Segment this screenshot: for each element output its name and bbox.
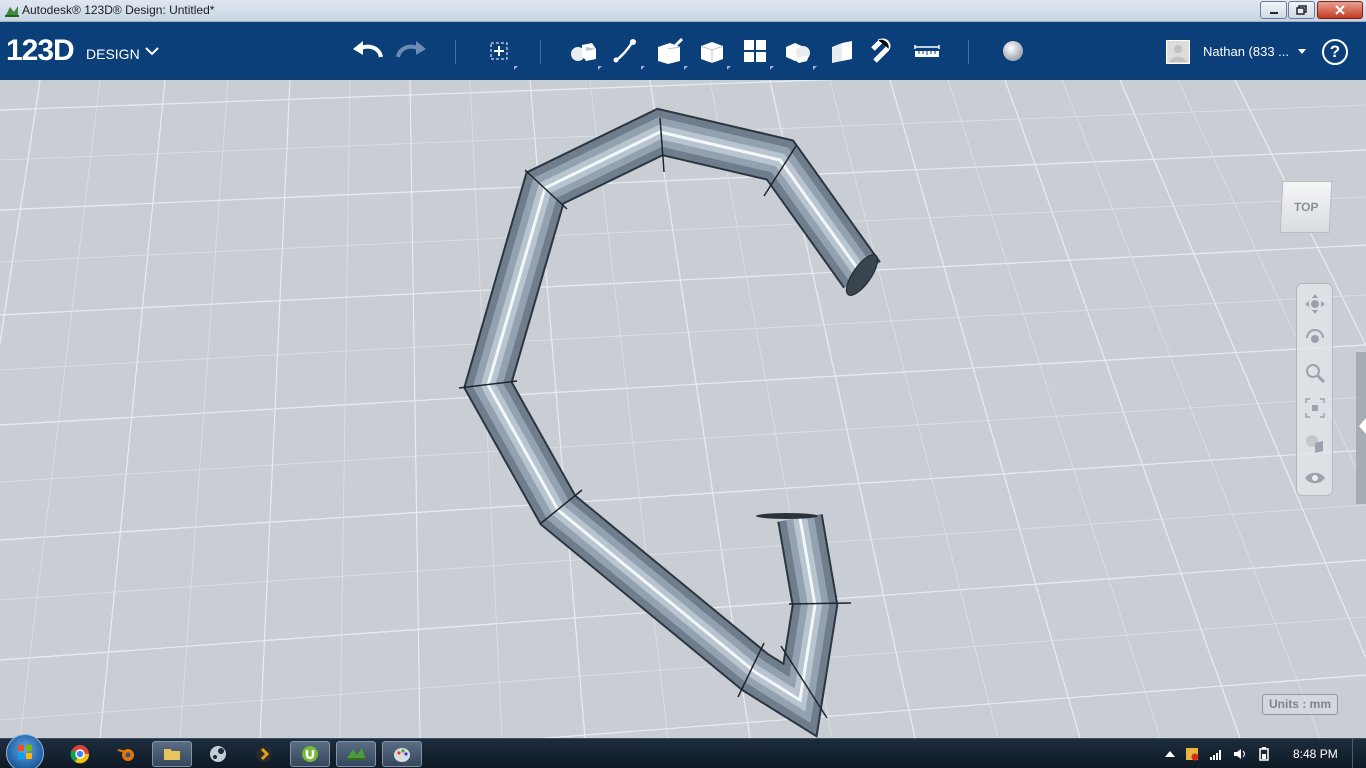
pattern-icon bbox=[744, 40, 766, 62]
zoom-button[interactable] bbox=[1301, 359, 1329, 387]
visibility-button[interactable] bbox=[1301, 464, 1329, 492]
help-button[interactable]: ? bbox=[1322, 39, 1348, 65]
taskbar-chrome[interactable] bbox=[60, 741, 100, 767]
user-name[interactable]: Nathan (833 ... bbox=[1203, 44, 1289, 59]
undo-button[interactable] bbox=[351, 34, 385, 68]
battery-icon[interactable] bbox=[1257, 747, 1271, 761]
pan-icon bbox=[1305, 294, 1325, 314]
show-hidden-icons-icon[interactable] bbox=[1163, 747, 1177, 761]
viewcube[interactable]: TOP bbox=[1279, 181, 1333, 233]
fit-icon bbox=[1305, 398, 1325, 418]
taskbar-plex[interactable] bbox=[244, 741, 284, 767]
utorrent-icon bbox=[302, 746, 318, 762]
tray-app-alert-icon[interactable] bbox=[1185, 747, 1199, 761]
navigation-bar bbox=[1296, 283, 1333, 496]
user-menu-chevron-down-icon[interactable] bbox=[1297, 48, 1307, 56]
taskbar-blender[interactable] bbox=[106, 741, 146, 767]
taskbar-utorrent[interactable] bbox=[290, 741, 330, 767]
taskbar-steam[interactable] bbox=[198, 741, 238, 767]
chrome-icon bbox=[70, 745, 90, 764]
viewcube-face-label: TOP bbox=[1293, 200, 1319, 214]
units-indicator[interactable]: Units : mm bbox=[1262, 694, 1338, 715]
sketch-tool-button[interactable] bbox=[609, 34, 645, 70]
material-sphere-icon bbox=[1003, 41, 1023, 61]
pattern-tool-button[interactable] bbox=[738, 34, 774, 70]
123d-design-icon bbox=[347, 748, 365, 760]
taskbar-123d-design[interactable] bbox=[336, 741, 376, 767]
snap-tool-button[interactable] bbox=[867, 34, 901, 68]
snap-magnet-icon bbox=[871, 38, 891, 63]
plex-icon bbox=[256, 746, 272, 762]
steam-icon bbox=[210, 746, 226, 762]
taskbar-explorer[interactable] bbox=[152, 741, 192, 767]
app-logo-subtitle[interactable]: DESIGN bbox=[86, 46, 140, 62]
combine-icon bbox=[832, 41, 852, 63]
combine-tool-button[interactable] bbox=[824, 34, 858, 68]
redo-icon bbox=[396, 41, 426, 58]
display-mode-icon bbox=[1306, 435, 1323, 453]
toolbar-separator bbox=[455, 40, 456, 64]
modify-tool-button[interactable] bbox=[695, 34, 731, 70]
orbit-button[interactable] bbox=[1301, 324, 1329, 352]
side-panel-expand-tab[interactable] bbox=[1359, 418, 1366, 434]
main-toolbar: 123D DESIGN Nathan (833 ... ? bbox=[0, 22, 1366, 80]
construct-icon bbox=[658, 37, 684, 64]
primitives-tool-button[interactable] bbox=[566, 34, 602, 70]
app-logo[interactable]: 123D bbox=[6, 34, 75, 68]
volume-icon[interactable] bbox=[1233, 747, 1247, 761]
taskbar-paint-app[interactable] bbox=[382, 741, 422, 767]
restore-button[interactable] bbox=[1288, 1, 1315, 19]
paint-palette-icon bbox=[394, 748, 410, 762]
app-menu-chevron-down-icon[interactable] bbox=[145, 46, 159, 56]
primitives-icon bbox=[571, 43, 596, 61]
modify-icon bbox=[700, 42, 724, 63]
minimize-icon bbox=[1269, 12, 1278, 14]
taskbar: 8:48 PM bbox=[0, 734, 1366, 768]
title-bar: Autodesk® 123D® Design: Untitled* bbox=[0, 0, 1366, 22]
toolbar-separator bbox=[968, 40, 969, 64]
zoom-magnifier-icon bbox=[1306, 364, 1326, 384]
blender-icon bbox=[117, 749, 134, 761]
close-button[interactable] bbox=[1317, 1, 1363, 19]
grouping-tool-button[interactable] bbox=[781, 34, 817, 70]
measure-tool-button[interactable] bbox=[910, 34, 944, 68]
construct-tool-button[interactable] bbox=[652, 34, 688, 70]
material-tool-button[interactable] bbox=[996, 34, 1030, 68]
start-button[interactable] bbox=[6, 734, 44, 768]
eye-icon bbox=[1305, 472, 1325, 484]
orbit-icon bbox=[1306, 329, 1324, 343]
redo-button[interactable] bbox=[394, 34, 428, 68]
fit-button[interactable] bbox=[1301, 394, 1329, 422]
grouping-icon bbox=[786, 43, 810, 63]
close-icon bbox=[1335, 5, 1345, 15]
design-viewport[interactable]: TOP Units : mm bbox=[0, 80, 1366, 738]
pipe-model[interactable] bbox=[0, 80, 1366, 738]
restore-icon bbox=[1296, 5, 1307, 15]
folder-icon bbox=[164, 749, 180, 760]
transform-icon bbox=[490, 42, 508, 60]
network-signal-icon[interactable] bbox=[1209, 747, 1223, 761]
taskbar-clock[interactable]: 8:48 PM bbox=[1293, 747, 1338, 761]
toolbar-separator bbox=[540, 40, 541, 64]
window-title: Autodesk® 123D® Design: Untitled* bbox=[22, 3, 215, 17]
user-silhouette-icon bbox=[1170, 45, 1186, 62]
measure-ruler-icon bbox=[914, 45, 940, 57]
display-mode-button[interactable] bbox=[1301, 429, 1329, 457]
windows-logo-icon bbox=[18, 745, 32, 759]
sketch-icon bbox=[613, 39, 636, 63]
user-avatar[interactable] bbox=[1166, 40, 1190, 64]
app-icon bbox=[5, 6, 19, 17]
minimize-button[interactable] bbox=[1260, 1, 1287, 19]
pan-button[interactable] bbox=[1301, 290, 1329, 318]
show-desktop-button[interactable] bbox=[1352, 739, 1366, 768]
transform-tool-button[interactable] bbox=[482, 34, 518, 70]
undo-icon bbox=[353, 41, 383, 58]
